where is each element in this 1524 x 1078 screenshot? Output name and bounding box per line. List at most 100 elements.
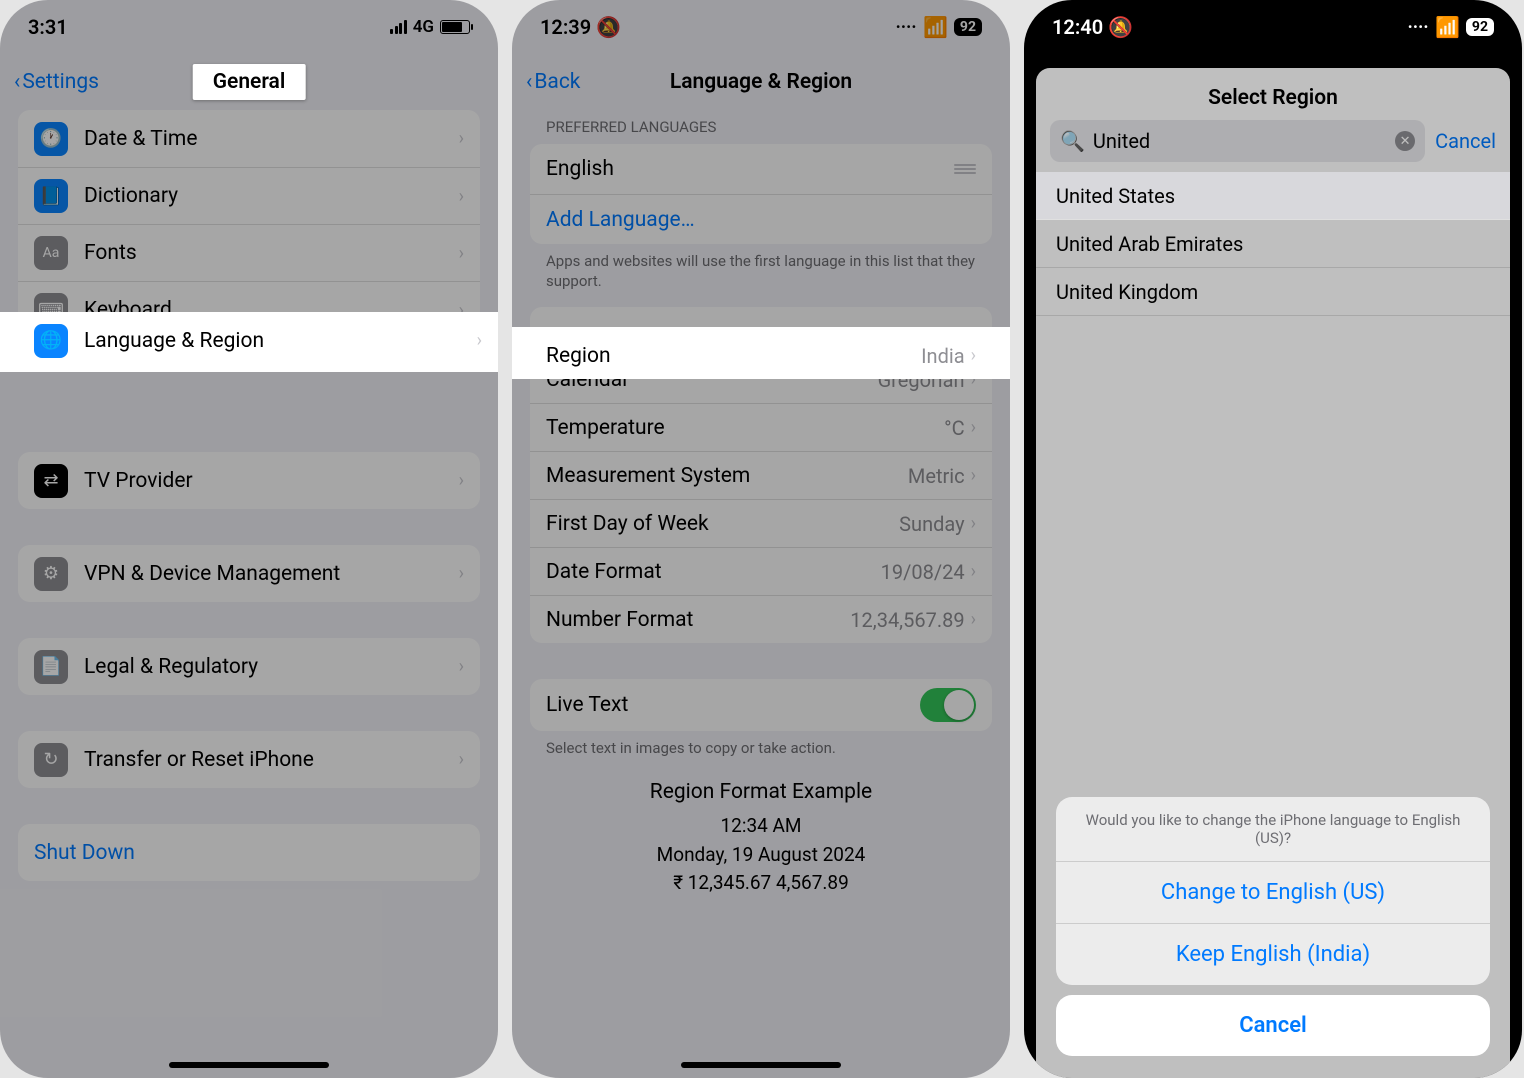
row-date-time[interactable]: 🕐Date & Time› <box>18 110 480 167</box>
chevron-right-icon: › <box>477 330 482 351</box>
chevron-right-icon: › <box>971 345 976 366</box>
row-tv-provider[interactable]: ⇄ TV Provider› <box>18 452 480 509</box>
row-label: Legal & Regulatory <box>84 655 459 679</box>
chevron-left-icon: ‹ <box>14 70 20 94</box>
row-add-language[interactable]: Add Language… <box>530 194 992 244</box>
back-label: Settings <box>22 70 99 94</box>
row-label: Date Format <box>546 560 881 584</box>
back-button[interactable]: ‹ Back <box>526 70 580 94</box>
chevron-right-icon: › <box>971 561 976 582</box>
row-label: First Day of Week <box>546 512 899 536</box>
back-label: Back <box>534 70 580 94</box>
status-time: 3:31 <box>28 15 68 39</box>
row-label: Region <box>546 344 921 368</box>
row-vpn[interactable]: ⚙VPN & Device Management› <box>18 545 480 602</box>
drag-handle-icon[interactable] <box>954 164 976 174</box>
result-label: United States <box>1056 184 1175 208</box>
globe-icon: 🌐 <box>34 324 68 358</box>
alert-message: Would you like to change the iPhone lang… <box>1056 797 1490 862</box>
format-date: Monday, 19 August 2024 <box>512 841 1010 870</box>
screenshot-select-region: 12:40 🔕 •••• 📶 92 Select Region 🔍 ✕ Canc… <box>1024 0 1522 1078</box>
status-time: 12:40 🔕 <box>1052 15 1133 39</box>
chevron-left-icon: ‹ <box>526 70 532 94</box>
font-icon: Aa <box>34 236 68 270</box>
chevron-right-icon: › <box>971 609 976 630</box>
row-label: Dictionary <box>84 184 459 208</box>
row-language-region[interactable]: 🌐 Language & Region › <box>0 312 498 372</box>
refresh-icon: ↻ <box>34 743 68 777</box>
status-bar: 3:31 4G <box>0 0 498 54</box>
row-transfer-reset[interactable]: ↻ Transfer or Reset iPhone› <box>18 731 480 788</box>
cellular-signal-icon <box>390 20 407 34</box>
row-label: Add Language… <box>546 208 976 232</box>
chevron-right-icon: › <box>459 186 464 207</box>
row-label: Number Format <box>546 608 850 632</box>
status-bar: 12:40 🔕 •••• 📶 92 <box>1024 0 1522 54</box>
row-first-day-of-week[interactable]: First Day of WeekSunday › <box>530 499 992 547</box>
alert-button-change[interactable]: Change to English (US) <box>1056 862 1490 924</box>
battery-badge: 92 <box>954 18 982 36</box>
format-title: Region Format Example <box>512 777 1010 809</box>
gear-icon: ⚙ <box>34 557 68 591</box>
page-title: Language & Region <box>670 70 852 94</box>
row-label: Fonts <box>84 241 459 265</box>
row-region[interactable]: Region India › <box>512 327 1010 379</box>
live-text-toggle[interactable] <box>920 688 976 722</box>
row-number-format[interactable]: Number Format12,34,567.89› <box>530 595 992 643</box>
screenshot-general-settings: 3:31 4G ‹ Settings General 🕐Date & Time›… <box>0 0 498 1078</box>
row-label: Measurement System <box>546 464 908 488</box>
page-title: General <box>193 64 306 100</box>
bell-slash-icon: 🔕 <box>1108 15 1133 39</box>
row-temperature[interactable]: Temperature°C › <box>530 403 992 451</box>
dots-icon: •••• <box>1408 20 1429 34</box>
action-sheet: Would you like to change the iPhone lang… <box>1056 797 1490 1056</box>
alert-button-keep[interactable]: Keep English (India) <box>1056 924 1490 985</box>
row-live-text[interactable]: Live Text <box>530 679 992 731</box>
row-dictionary[interactable]: 📘Dictionary› <box>18 167 480 224</box>
battery-icon <box>440 20 470 34</box>
back-button[interactable]: ‹ Settings <box>14 70 99 94</box>
home-indicator[interactable] <box>169 1062 329 1068</box>
screenshot-language-region: 12:39 🔕 •••• 📶 92 ‹ Back Language & Regi… <box>512 0 1010 1078</box>
row-value: 19/08/24 <box>881 560 965 584</box>
row-fonts[interactable]: AaFonts› <box>18 224 480 281</box>
row-measurement-system[interactable]: Measurement SystemMetric› <box>530 451 992 499</box>
row-legal[interactable]: 📄Legal & Regulatory› <box>18 638 480 695</box>
chevron-right-icon: › <box>459 470 464 491</box>
row-language-english[interactable]: English <box>530 144 992 194</box>
status-time: 12:39 🔕 <box>540 15 621 39</box>
chevron-right-icon: › <box>971 417 976 438</box>
document-icon: 📄 <box>34 650 68 684</box>
row-label: TV Provider <box>84 469 459 493</box>
row-date-format[interactable]: Date Format19/08/24 › <box>530 547 992 595</box>
chevron-right-icon: › <box>459 563 464 584</box>
nav-bar: ‹ Back Language & Region <box>512 54 1010 110</box>
row-label: Language & Region <box>84 329 477 353</box>
nav-bar: ‹ Settings General <box>0 54 498 110</box>
chevron-right-icon: › <box>971 513 976 534</box>
select-region-sheet: Select Region 🔍 ✕ Cancel United States U… <box>1036 68 1510 1078</box>
row-value: Sunday <box>899 512 964 536</box>
region-format-example: Region Format Example 12:34 AM Monday, 1… <box>512 767 1010 898</box>
status-bar: 12:39 🔕 •••• 📶 92 <box>512 0 1010 54</box>
chevron-right-icon: › <box>459 128 464 149</box>
row-label: Transfer or Reset iPhone <box>84 748 459 772</box>
alert-button-cancel[interactable]: Cancel <box>1056 995 1490 1056</box>
bell-slash-icon: 🔕 <box>596 15 621 39</box>
row-value: India <box>921 344 965 368</box>
clock-icon: 🕐 <box>34 122 68 156</box>
format-numbers: ₹ 12,345.67 4,567.89 <box>512 869 1010 898</box>
wifi-icon: 📶 <box>1435 15 1460 39</box>
tv-icon: ⇄ <box>34 464 68 498</box>
section-header-preferred-languages: PREFERRED LANGUAGES <box>512 110 1010 144</box>
row-value: °C <box>944 416 965 440</box>
row-label: English <box>546 157 954 181</box>
row-label: Temperature <box>546 416 944 440</box>
wifi-icon: 📶 <box>923 15 948 39</box>
section-footer: Apps and websites will use the first lan… <box>512 244 1010 299</box>
home-indicator[interactable] <box>681 1062 841 1068</box>
network-label: 4G <box>413 17 434 37</box>
chevron-right-icon: › <box>459 749 464 770</box>
region-result-united-states[interactable]: United States <box>1036 172 1510 220</box>
row-shut-down[interactable]: Shut Down <box>18 824 480 881</box>
